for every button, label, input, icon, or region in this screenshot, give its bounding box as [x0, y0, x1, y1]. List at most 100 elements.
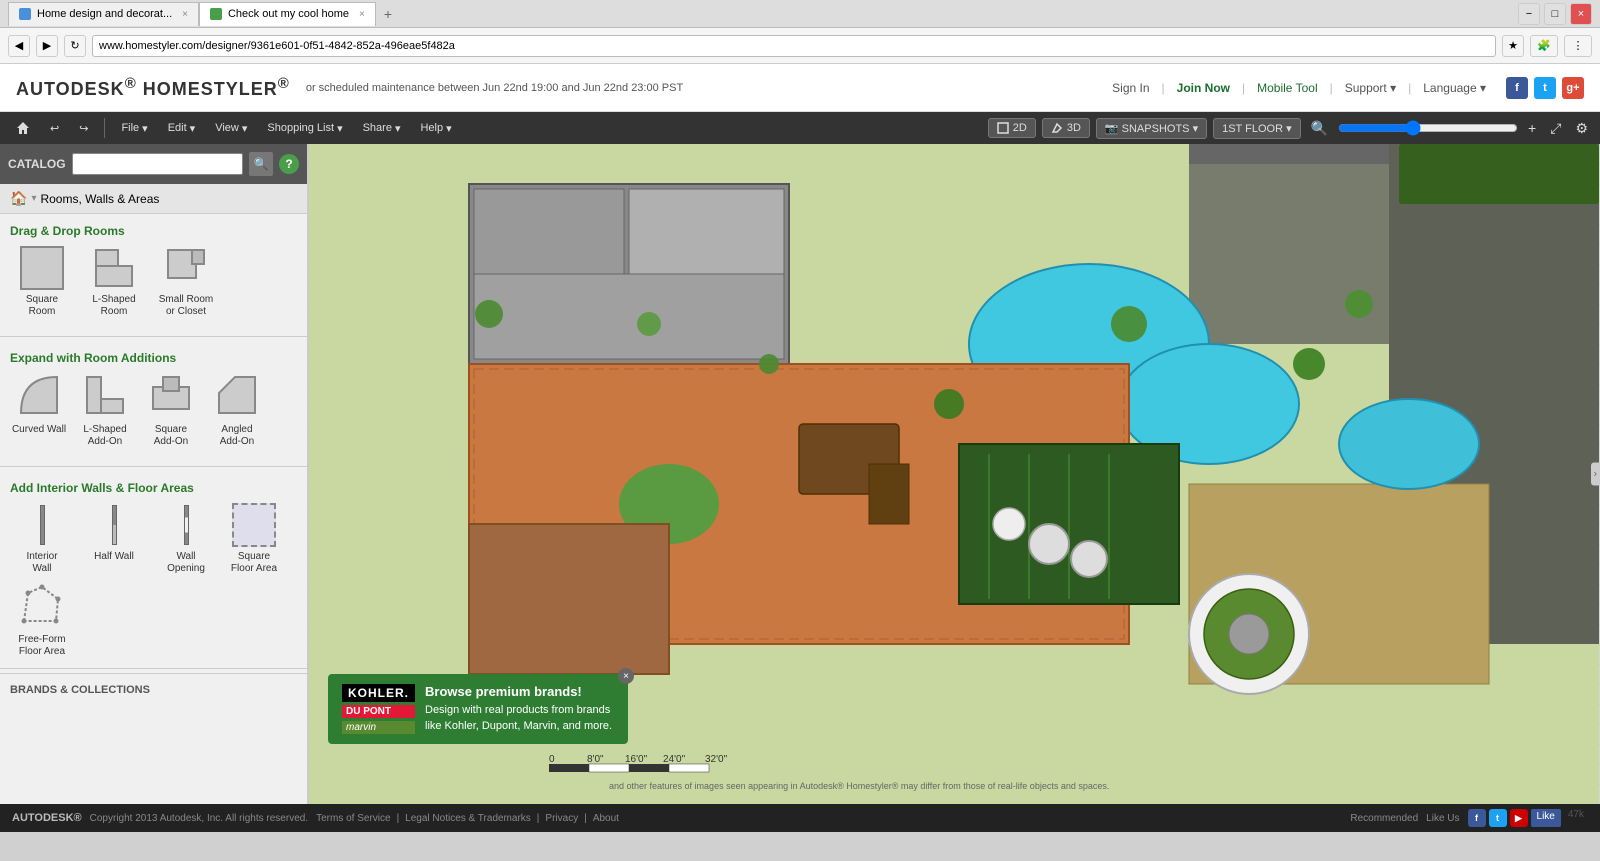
canvas-area[interactable]: 0 8'0" 16'0" 24'0" 32'0" and other featu… — [308, 144, 1600, 804]
zoom-in-icon[interactable]: + — [1524, 120, 1540, 136]
browser-toolbar: ◀ ▶ ↻ ★ 🧩 ⋮ — [0, 28, 1600, 64]
square-room-item[interactable]: SquareRoom — [10, 246, 74, 318]
ad-close-button[interactable]: × — [618, 668, 634, 684]
ad-logos: KOHLER. DU PONT marvin — [342, 684, 415, 734]
walls-section: Add Interior Walls & Floor Areas Interio… — [0, 471, 307, 664]
back-button[interactable]: ◀ — [8, 35, 30, 57]
l-shaped-room-item[interactable]: L-ShapedRoom — [82, 246, 146, 318]
section-divider-3 — [0, 668, 307, 669]
tab-favicon-1 — [19, 8, 31, 20]
support-link[interactable]: Support ▾ — [1345, 81, 1396, 95]
square-floor-item[interactable]: SquareFloor Area — [226, 503, 282, 575]
toolbar-edit-menu[interactable]: Edit ▾ — [160, 118, 204, 139]
toolbar-share-menu[interactable]: Share ▾ — [355, 118, 409, 139]
floor-selector-button[interactable]: 1ST FLOOR ▾ — [1213, 118, 1301, 139]
join-now-link[interactable]: Join Now — [1177, 81, 1230, 95]
toolbar-redo-icon[interactable]: ↪ — [71, 118, 96, 139]
home-icon[interactable]: 🏠 — [10, 190, 27, 207]
interior-wall-label: InteriorWall — [26, 551, 57, 575]
close-button[interactable]: × — [1570, 3, 1592, 25]
square-floor-label: SquareFloor Area — [231, 551, 277, 575]
footer-yt-icon[interactable]: ▶ — [1510, 809, 1528, 827]
tab-inactive[interactable]: Home design and decorat... × — [8, 2, 199, 26]
tab-close-1[interactable]: × — [182, 9, 188, 20]
freeform-icon — [20, 583, 64, 630]
nav-breadcrumb: 🏠 ▾ Rooms, Walls & Areas — [0, 184, 307, 214]
toolbar-divider-1 — [104, 118, 105, 138]
menu-button[interactable]: ⋮ — [1564, 35, 1592, 57]
address-bar[interactable] — [92, 35, 1496, 57]
twitter-icon[interactable]: t — [1534, 77, 1556, 99]
half-wall-item[interactable]: Half Wall — [82, 503, 146, 575]
l-shaped-addon-icon — [83, 373, 127, 420]
freeform-item[interactable]: Free-FormFloor Area — [10, 583, 74, 658]
minimize-button[interactable]: − — [1518, 3, 1540, 25]
expand-items-grid: Curved Wall L-ShapedAdd-On — [10, 373, 297, 448]
footer-like-btn[interactable]: Like — [1531, 809, 1561, 827]
svg-text:8'0": 8'0" — [587, 754, 604, 765]
tab-active[interactable]: Check out my cool home × — [199, 2, 376, 26]
legal-link[interactable]: Legal Notices & Trademarks — [405, 813, 531, 824]
mobile-tool-link[interactable]: Mobile Tool — [1257, 81, 1317, 95]
help-button[interactable]: ? — [279, 154, 299, 174]
privacy-link[interactable]: Privacy — [545, 813, 578, 824]
interior-wall-item[interactable]: InteriorWall — [10, 503, 74, 575]
curved-wall-item[interactable]: Curved Wall — [10, 373, 68, 448]
toolbar-file-menu[interactable]: File ▾ — [113, 118, 155, 139]
about-link[interactable]: About — [593, 813, 619, 824]
view-3d-button[interactable]: 3D — [1042, 118, 1090, 138]
bookmark-button[interactable]: ★ — [1502, 35, 1524, 57]
sign-in-link[interactable]: Sign In — [1112, 81, 1149, 95]
forward-button[interactable]: ▶ — [36, 35, 58, 57]
extensions-button[interactable]: 🧩 — [1530, 35, 1558, 57]
toolbar-shopping-list-menu[interactable]: Shopping List ▾ — [259, 118, 350, 139]
new-tab-button[interactable]: + — [376, 2, 400, 26]
google-plus-icon[interactable]: g+ — [1562, 77, 1584, 99]
walls-title: Add Interior Walls & Floor Areas — [10, 481, 297, 495]
snapshots-button[interactable]: 📷 SNAPSHOTS ▾ — [1096, 118, 1207, 139]
square-addon-label: SquareAdd-On — [154, 424, 188, 448]
toolbar-view-menu[interactable]: View ▾ — [207, 118, 255, 139]
kohler-logo: KOHLER. — [342, 684, 415, 702]
svg-text:24'0": 24'0" — [663, 754, 686, 765]
zoom-slider[interactable] — [1338, 117, 1518, 139]
toolbar-undo-icon[interactable]: ↩ — [42, 118, 67, 139]
brands-label: BRANDS & COLLECTIONS — [10, 684, 150, 696]
angled-addon-item[interactable]: AngledAdd-On — [208, 373, 266, 448]
view-2d-button[interactable]: 2D — [988, 118, 1036, 138]
section-divider-1 — [0, 336, 307, 337]
l-shaped-addon-item[interactable]: L-ShapedAdd-On — [76, 373, 134, 448]
settings-icon[interactable]: ⚙ — [1571, 120, 1592, 137]
expand-section: Expand with Room Additions Curved Wall — [0, 341, 307, 462]
fullscreen-icon[interactable]: ⤢ — [1546, 120, 1565, 137]
ad-banner: × KOHLER. DU PONT marvin Browse premium … — [328, 674, 628, 744]
small-room-item[interactable]: Small Roomor Closet — [154, 246, 218, 318]
maximize-button[interactable]: □ — [1544, 3, 1566, 25]
toolbar-help-menu[interactable]: Help ▾ — [412, 118, 459, 139]
footer-fb-icon[interactable]: f — [1468, 809, 1486, 827]
recommended-text: Recommended — [1350, 813, 1418, 824]
square-addon-item[interactable]: SquareAdd-On — [142, 373, 200, 448]
wall-opening-item[interactable]: WallOpening — [154, 503, 218, 575]
freeform-label: Free-FormFloor Area — [18, 634, 65, 658]
search-button[interactable]: 🔍 — [249, 152, 273, 176]
curved-wall-label: Curved Wall — [12, 424, 66, 436]
maintenance-notice: or scheduled maintenance between Jun 22n… — [306, 82, 1112, 94]
zoom-out-icon[interactable]: 🔍 — [1307, 120, 1332, 137]
footer-tw-icon[interactable]: t — [1489, 809, 1507, 827]
sidebar-search-bar: CATALOG 🔍 ? — [0, 144, 307, 184]
terms-link[interactable]: Terms of Service — [316, 813, 390, 824]
right-scroll-indicator[interactable]: › — [1591, 463, 1600, 486]
facebook-icon[interactable]: f — [1506, 77, 1528, 99]
toolbar-home-icon[interactable] — [8, 117, 38, 139]
tab-label-1: Home design and decorat... — [37, 8, 172, 20]
tab-close-2[interactable]: × — [359, 9, 365, 20]
search-input[interactable] — [72, 153, 243, 175]
browser-titlebar: Home design and decorat... × Check out m… — [0, 0, 1600, 28]
square-addon-icon — [149, 373, 193, 420]
refresh-button[interactable]: ↻ — [64, 35, 86, 57]
language-link[interactable]: Language ▾ — [1423, 81, 1486, 95]
wall-items-grid: InteriorWall Half Wall WallOpening — [10, 503, 297, 575]
wall-opening-icon — [184, 503, 189, 547]
nav-arrow: ▾ — [31, 193, 36, 204]
